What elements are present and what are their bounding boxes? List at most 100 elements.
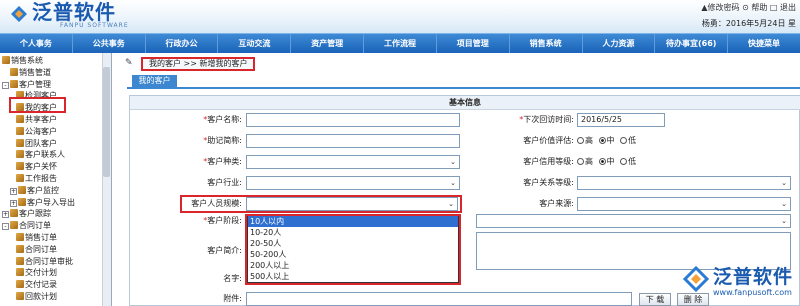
sidebar-item-label: 销售系统 xyxy=(11,56,43,65)
credit-mid-radio[interactable] xyxy=(598,158,606,165)
download-button[interactable]: 下 载 xyxy=(639,293,671,306)
folder-icon xyxy=(16,256,24,265)
chevron-down-icon: ⌄ xyxy=(450,179,456,187)
expand-icon[interactable]: + xyxy=(10,187,17,195)
kind-label: *客户种类: xyxy=(203,157,242,166)
sidebar-item[interactable]: + 客户监控 xyxy=(10,185,59,196)
folder-icon xyxy=(16,174,24,182)
watermark: 泛普软件 www.fanpusoft.com xyxy=(675,262,800,302)
folder-icon xyxy=(16,115,24,123)
nav-todo[interactable]: 待办事宜(66) xyxy=(655,34,729,53)
value-rating-high-radio[interactable] xyxy=(577,137,584,144)
nav-workflow[interactable]: 工作流程 xyxy=(364,34,437,53)
sidebar-item[interactable]: 销售订单 xyxy=(16,232,57,243)
credit-low-radio[interactable] xyxy=(620,158,628,165)
nav-hr[interactable]: 人力资源 xyxy=(583,34,656,53)
brand-name: 泛普软件 xyxy=(32,0,116,24)
nav-assets[interactable]: 资产管理 xyxy=(291,34,365,53)
sidebar-item-label: 合同订单审批 xyxy=(25,256,73,266)
folder-icon xyxy=(16,162,24,171)
relation-select[interactable]: ⌄ xyxy=(577,176,791,190)
watermark-url: www.fanpusoft.com xyxy=(713,288,792,297)
value-rating-label: 客户价值评估: xyxy=(523,136,574,145)
credit-radios: 高 中 低 xyxy=(577,155,636,169)
chevron-down-icon: ⌄ xyxy=(448,200,454,208)
expand-icon[interactable]: + xyxy=(2,211,9,219)
next-visit-label: *下次回访时间: xyxy=(519,115,574,124)
sidebar-item[interactable]: 合同订单 xyxy=(16,244,57,255)
sidebar-item[interactable]: 销售系统 xyxy=(2,55,43,66)
nav-public[interactable]: 公共事务 xyxy=(73,34,146,53)
sidebar-item-label: 客户导入导出 xyxy=(27,197,75,207)
user-date-line: 杨勇：2016年5月24日 星 xyxy=(701,19,796,28)
main-nav: 个人事务 公共事务 行政办公 互动交流 资产管理 工作流程 项目管理 销售系统 … xyxy=(0,33,800,53)
collapse-icon[interactable]: - xyxy=(2,223,9,231)
sidebar-item-label: 客户关怀 xyxy=(25,162,57,172)
sidebar-item[interactable]: 客户联系人 xyxy=(16,149,65,160)
sidebar-item[interactable]: 交付计划 xyxy=(16,267,57,278)
folder-icon xyxy=(10,209,18,218)
nav-sales[interactable]: 销售系统 xyxy=(510,34,583,53)
nav-admin-office[interactable]: 行政办公 xyxy=(146,34,219,53)
folder-icon xyxy=(16,268,24,277)
sidebar-item-label: 客户监控 xyxy=(27,185,59,195)
sidebar-item[interactable]: - 合同订单 xyxy=(2,220,51,231)
sidebar-item[interactable]: + 客户跟踪 xyxy=(2,208,51,219)
next-visit-input[interactable]: 2016/5/25 xyxy=(577,113,665,127)
customer-name-input[interactable] xyxy=(246,113,460,127)
sidebar-item[interactable]: 回款计划 xyxy=(16,291,57,302)
sidebar-item[interactable]: 销售管道 xyxy=(10,67,51,78)
sidebar-item-label: 客户管理 xyxy=(19,79,51,89)
value-rating-mid-radio[interactable] xyxy=(598,137,606,144)
sidebar-item[interactable]: 客户关怀 xyxy=(16,161,57,172)
folder-icon xyxy=(16,150,24,159)
source-select[interactable]: ⌄ xyxy=(577,197,791,211)
sidebar-item[interactable]: + 客户导入导出 xyxy=(10,197,75,208)
sidebar-item[interactable]: - 客户管理 xyxy=(2,79,51,90)
expand-icon[interactable]: + xyxy=(10,199,17,207)
watermark-brand: 泛普软件 xyxy=(713,266,794,288)
nav-projects[interactable]: 项目管理 xyxy=(437,34,510,53)
folder-icon xyxy=(16,233,24,241)
stage-select[interactable]: ⌄ xyxy=(476,214,791,228)
sidebar-item[interactable]: 公海客户 xyxy=(16,126,57,137)
sidebar-item[interactable]: 合同订单审批 xyxy=(16,256,73,267)
staff-size-select[interactable]: ⌄ xyxy=(246,197,458,211)
folder-icon xyxy=(16,280,24,289)
chevron-down-icon: ⌄ xyxy=(781,200,787,208)
sidebar-item[interactable]: 交付记录 xyxy=(16,279,57,290)
short-name-input[interactable] xyxy=(246,134,460,148)
brand-logo-icon xyxy=(11,6,27,22)
attach-input[interactable] xyxy=(246,292,632,306)
credit-high-radio[interactable] xyxy=(577,158,584,165)
stage-label: *客户阶段: xyxy=(203,216,242,225)
folder-icon xyxy=(18,197,26,206)
nav-shortcuts[interactable]: 快捷菜单 xyxy=(728,34,800,53)
sidebar-item[interactable]: 共享客户 xyxy=(16,114,57,125)
form-section-title: 基本信息 xyxy=(130,96,800,110)
relation-label: 客户关系等级: xyxy=(523,178,574,187)
tab-my-customers[interactable]: 我的客户 xyxy=(132,75,177,87)
sidebar-item[interactable]: 团队客户 xyxy=(16,138,57,149)
intro-label: 客户简介: xyxy=(207,246,242,255)
sidebar-scrollbar[interactable] xyxy=(102,53,111,306)
industry-select[interactable]: ⌄ xyxy=(246,176,460,190)
sidebar-item-label: 合同订单 xyxy=(25,244,57,254)
kind-select[interactable]: ⌄ xyxy=(246,155,460,169)
sidebar-item-label: 合同订单 xyxy=(19,221,51,231)
tab-underline xyxy=(127,87,800,89)
breadcrumb[interactable]: 我的客户 >> 新增我的客户 xyxy=(141,57,255,71)
nav-interaction[interactable]: 互动交流 xyxy=(218,34,292,53)
collapse-icon[interactable]: - xyxy=(2,81,9,89)
sidebar-item-label: 交付计划 xyxy=(25,268,57,278)
folder-icon xyxy=(16,244,24,253)
sidebar-item-label: 交付记录 xyxy=(25,280,57,290)
top-links[interactable]: ▲修改密码 ⊙ 帮助 □ 退出 xyxy=(701,2,796,13)
source-label: 客户来源: xyxy=(539,199,574,208)
sidebar-item[interactable]: 工作报告 xyxy=(16,173,57,184)
nav-personal[interactable]: 个人事务 xyxy=(0,34,73,53)
brand-tagline: FANPU SOFTWARE xyxy=(60,22,129,29)
folder-icon xyxy=(16,126,24,135)
value-rating-low-radio[interactable] xyxy=(620,137,628,144)
scrollbar-thumb[interactable] xyxy=(103,67,110,177)
